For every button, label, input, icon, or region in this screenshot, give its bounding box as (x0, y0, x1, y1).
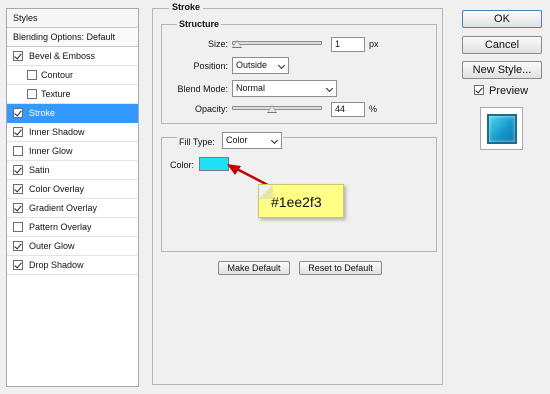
structure-title: Structure (177, 19, 222, 29)
style-item[interactable]: Inner Shadow (7, 123, 138, 142)
chevron-down-icon (277, 61, 286, 70)
new-style-button[interactable]: New Style... (462, 61, 542, 79)
position-value: Outside (236, 60, 268, 70)
size-slider-track[interactable] (232, 41, 322, 45)
style-item[interactable]: Contour (7, 66, 138, 85)
style-item-checkbox[interactable] (13, 184, 23, 194)
style-item-checkbox[interactable] (13, 51, 23, 61)
style-item[interactable]: Stroke (7, 104, 138, 123)
style-item-label: Contour (41, 70, 74, 80)
style-item-checkbox[interactable] (13, 203, 23, 213)
style-item[interactable]: Drop Shadow (7, 256, 138, 275)
styles-panel: Styles Blending Options: Default Bevel &… (6, 8, 139, 387)
styles-header[interactable]: Styles (7, 9, 138, 28)
style-item-checkbox[interactable] (13, 241, 23, 251)
style-item[interactable]: Bevel & Emboss (7, 47, 138, 66)
style-item-label: Outer Glow (29, 241, 75, 251)
blend-mode-dropdown[interactable]: Normal (232, 80, 337, 97)
blend-mode-label: Blend Mode: (177, 84, 228, 94)
position-dropdown[interactable]: Outside (232, 57, 289, 74)
fill-type-dropdown[interactable]: Color (222, 132, 282, 149)
cancel-button[interactable]: Cancel (462, 36, 542, 54)
position-label: Position: (193, 61, 228, 71)
style-item-label: Inner Shadow (29, 127, 85, 137)
stroke-title: Stroke (169, 2, 204, 12)
size-slider-thumb[interactable] (232, 40, 242, 48)
style-item-checkbox[interactable] (27, 70, 37, 80)
style-item-label: Pattern Overlay (29, 222, 92, 232)
style-item[interactable]: Outer Glow (7, 237, 138, 256)
blend-mode-value: Normal (236, 83, 266, 93)
style-item-label: Bevel & Emboss (29, 51, 96, 61)
reset-default-button[interactable]: Reset to Default (299, 261, 382, 275)
preview-check-box[interactable] (474, 85, 484, 95)
size-input[interactable]: 1 (331, 37, 365, 52)
opacity-unit: % (369, 104, 378, 114)
size-label: Size: (207, 39, 228, 49)
chevron-down-icon (270, 136, 279, 145)
color-label: Color: (170, 160, 195, 170)
style-item[interactable]: Texture (7, 85, 138, 104)
annotation-text: #1ee2f3 (271, 194, 322, 210)
style-item[interactable]: Color Overlay (7, 180, 138, 199)
chevron-down-icon (325, 84, 334, 93)
preview-checkbox[interactable]: Preview (474, 84, 544, 98)
style-item-label: Satin (29, 165, 50, 175)
annotation-note: #1ee2f3 (258, 184, 344, 218)
blending-options[interactable]: Blending Options: Default (7, 28, 138, 47)
preview-label: Preview (489, 85, 529, 97)
opacity-slider-thumb[interactable] (267, 105, 278, 113)
make-default-button[interactable]: Make Default (218, 261, 290, 275)
style-item-checkbox[interactable] (13, 222, 23, 232)
opacity-input[interactable]: 44 (331, 102, 365, 117)
style-item[interactable]: Inner Glow (7, 142, 138, 161)
style-item-label: Texture (41, 89, 71, 99)
style-item-checkbox[interactable] (13, 165, 23, 175)
style-item-checkbox[interactable] (13, 146, 23, 156)
style-item-checkbox[interactable] (13, 108, 23, 118)
preview-swatch (487, 114, 517, 144)
style-item[interactable]: Gradient Overlay (7, 199, 138, 218)
style-item[interactable]: Pattern Overlay (7, 218, 138, 237)
style-item[interactable]: Satin (7, 161, 138, 180)
ok-button[interactable]: OK (462, 10, 542, 28)
preview-thumbnail (480, 107, 523, 150)
style-item-checkbox[interactable] (13, 127, 23, 137)
style-item-label: Color Overlay (29, 184, 85, 194)
style-item-checkbox[interactable] (27, 89, 37, 99)
fill-type-label: Fill Type: (179, 137, 215, 147)
opacity-label: Opacity: (194, 104, 228, 114)
style-item-label: Drop Shadow (29, 260, 84, 270)
fill-type-value: Color (226, 135, 248, 145)
style-item-checkbox[interactable] (13, 260, 23, 270)
style-item-label: Stroke (29, 108, 56, 118)
size-unit: px (369, 39, 379, 49)
style-item-label: Inner Glow (29, 146, 73, 156)
style-item-label: Gradient Overlay (29, 203, 98, 213)
